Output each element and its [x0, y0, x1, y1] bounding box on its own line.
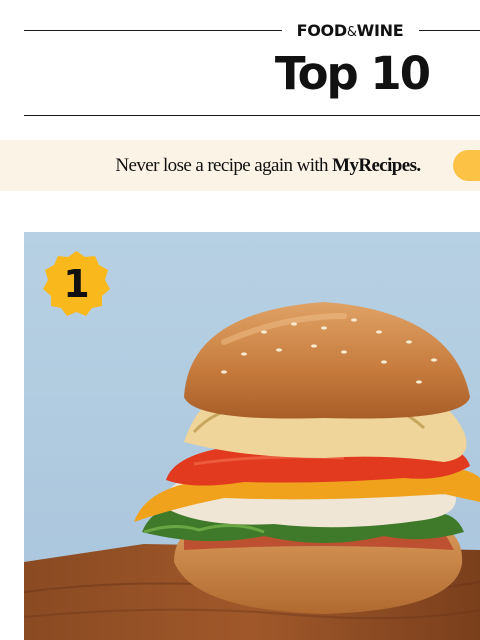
header-rule-left: [24, 30, 282, 31]
promo-text: Never lose a recipe again with MyRecipes…: [0, 140, 480, 191]
header-rule-right: [419, 30, 480, 31]
site-header: FOOD&WINE Top 10: [0, 0, 480, 116]
promo-cta-button[interactable]: [453, 150, 480, 181]
page: FOOD&WINE Top 10 Never lose a recipe aga…: [0, 0, 480, 640]
promo-banner[interactable]: Never lose a recipe again with MyRecipes…: [0, 140, 480, 191]
page-title: Top 10: [274, 47, 431, 100]
logo-food: FOOD: [296, 21, 348, 40]
food-and-wine-logo[interactable]: FOOD&WINE: [286, 20, 414, 42]
logo-ampersand: &: [346, 25, 357, 40]
header-rule-bottom: [24, 115, 480, 116]
promo-brand: MyRecipes.: [332, 155, 421, 176]
promo-text-prefix: Never lose a recipe again with: [115, 155, 333, 176]
logo-wine: WINE: [356, 21, 404, 40]
rank-number: 1: [63, 262, 90, 306]
